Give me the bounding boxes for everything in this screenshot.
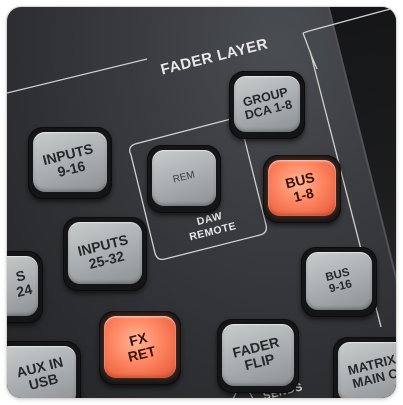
group-dca-label: GROUP DCA 1-8 <box>241 84 294 123</box>
bus-9-16-button[interactable]: BUS 9-16 <box>301 247 377 317</box>
fader-flip-label: FADER FLIP <box>231 334 282 374</box>
aux-in-usb-label: AUX IN USB <box>15 353 65 393</box>
matrix-main-c-label: MATRIX MAIN C <box>345 351 396 392</box>
group-dca-button[interactable]: GROUP DCA 1-8 <box>229 71 305 139</box>
inputs-17-24-label: S 24 <box>14 267 34 301</box>
inputs-25-32-label: INPUTS 25-32 <box>76 231 130 272</box>
inputs-17-24-button[interactable]: S 24 <box>7 251 43 323</box>
bus-1-8-button[interactable]: BUS 1-8 <box>263 155 341 223</box>
fx-ret-label: FX RET <box>126 329 158 365</box>
rem-label: REM <box>171 169 196 186</box>
aux-in-usb-button[interactable]: AUX IN USB <box>7 341 81 398</box>
inputs-25-32-button[interactable]: INPUTS 25-32 <box>63 217 147 291</box>
inputs-9-16-label: INPUTS 9-16 <box>41 140 95 180</box>
rem-button[interactable]: REM <box>147 145 221 213</box>
matrix-main-c-button[interactable]: MATRIX MAIN C <box>333 337 396 398</box>
inputs-9-16-button[interactable]: INPUTS 9-16 <box>28 127 112 199</box>
bus-9-16-label: BUS 9-16 <box>324 266 354 296</box>
fader-flip-button[interactable]: FADER FLIP <box>217 319 299 393</box>
bus-1-8-label: BUS 1-8 <box>283 169 317 206</box>
fx-ret-button[interactable]: FX RET <box>99 311 181 385</box>
console-photo: FADER LAYER DAW REMOTE SENDS GROUP DCA 1… <box>7 7 396 398</box>
